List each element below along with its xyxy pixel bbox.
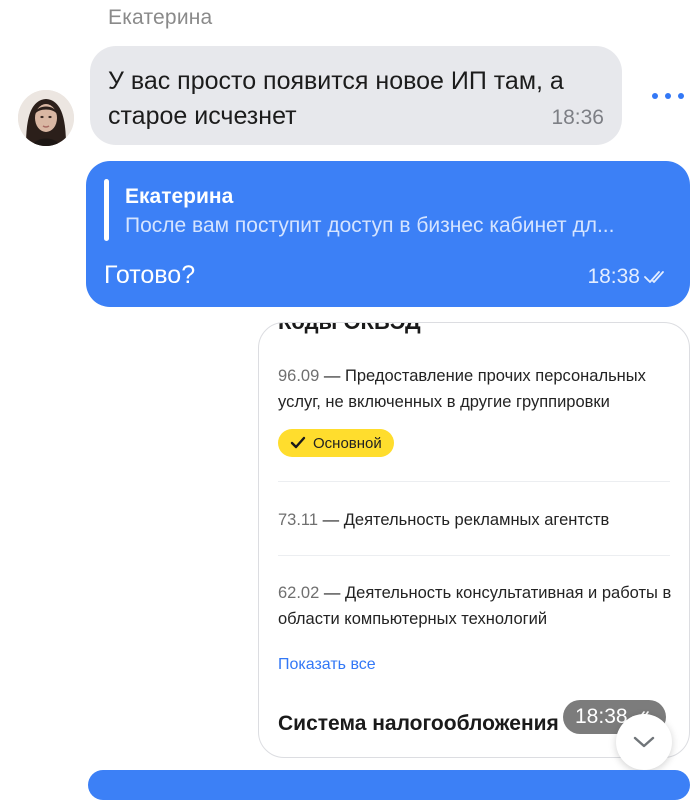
outgoing-message-time: 18:38 <box>587 265 640 288</box>
more-options-icon[interactable] <box>652 88 684 104</box>
divider <box>278 481 670 482</box>
outgoing-message-bubble[interactable]: Екатерина После вам поступит доступ в би… <box>86 161 690 307</box>
badge-label: Основной <box>313 434 382 452</box>
okved-item: 62.02 — Деятельность консультативная и р… <box>278 580 673 632</box>
next-message-bubble[interactable] <box>88 770 690 800</box>
avatar-image <box>18 90 74 146</box>
okved-code: 62.02 <box>278 584 320 602</box>
main-activity-badge: Основной <box>278 429 394 457</box>
tax-system-title: Система налогообложения <box>278 712 559 735</box>
divider <box>278 555 670 556</box>
avatar[interactable] <box>18 90 74 146</box>
sender-name: Екатерина <box>108 6 213 29</box>
card-time-text: 18:38 <box>575 705 628 728</box>
okved-description: — Предоставление прочих персональных усл… <box>278 367 646 411</box>
quoted-sender-name[interactable]: Екатерина <box>125 185 233 209</box>
incoming-message-text: У вас просто появится новое ИП там, а ст… <box>108 67 564 130</box>
okved-code: 96.09 <box>278 367 320 385</box>
checkmark-icon <box>290 436 306 449</box>
incoming-message-bubble[interactable]: У вас просто появится новое ИП там, а ст… <box>90 46 622 145</box>
chevron-down-icon <box>633 736 655 748</box>
show-all-link[interactable]: Показать все <box>278 656 376 674</box>
okved-item: 73.11 — Деятельность рекламных агентств <box>278 507 673 533</box>
quote-bar <box>104 179 109 241</box>
outgoing-message-text: Готово? <box>104 261 196 289</box>
scroll-down-button[interactable] <box>616 714 672 770</box>
outgoing-message-meta: 18:38 <box>587 265 670 289</box>
double-check-icon <box>644 271 664 283</box>
okved-description: — Деятельность консультативная и работы … <box>278 584 672 628</box>
card-heading: Коды ОКВЭД <box>278 323 421 335</box>
okved-card: Коды ОКВЭД 96.09 — Предоставление прочих… <box>258 322 690 758</box>
okved-code: 73.11 <box>278 511 319 529</box>
okved-description: — Деятельность рекламных агентств <box>318 511 610 529</box>
okved-item: 96.09 — Предоставление прочих персональн… <box>278 363 673 415</box>
incoming-message-time: 18:36 <box>551 106 604 129</box>
quoted-message-text[interactable]: После вам поступит доступ в бизнес кабин… <box>125 214 673 238</box>
